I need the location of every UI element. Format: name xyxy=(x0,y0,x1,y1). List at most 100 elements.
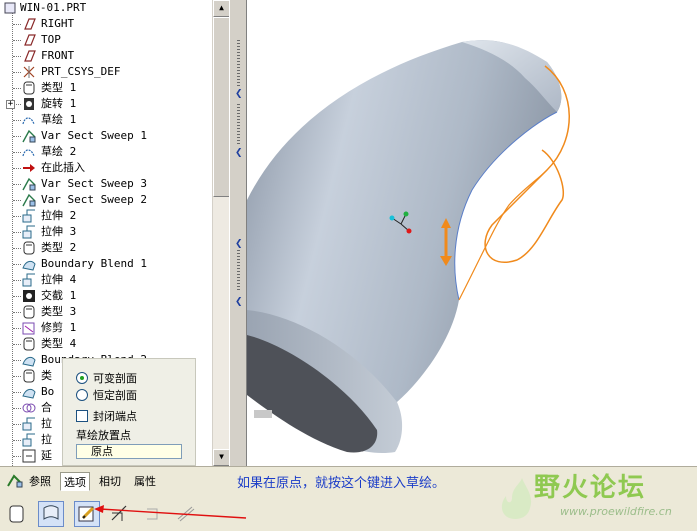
tree-item[interactable]: 类型 3 xyxy=(0,304,212,320)
tree-branch-line xyxy=(13,184,21,185)
close-ends-checkbox[interactable] xyxy=(76,410,88,422)
tree-item[interactable]: Var Sect Sweep 2 xyxy=(0,192,212,208)
watermark-title: 野火论坛 xyxy=(534,473,647,503)
tab-tangency[interactable]: 相切 xyxy=(96,472,124,491)
tree-root-item[interactable]: WIN-01.PRT xyxy=(0,0,212,16)
tab-options[interactable]: 选项 xyxy=(60,472,90,491)
tree-item[interactable]: 草绘 1 xyxy=(0,112,212,128)
forum-watermark: 野火论坛 www.proewildfire.cn xyxy=(480,462,697,531)
tree-item-label: 类 xyxy=(41,369,52,382)
collapse-left-icon[interactable]: ❮ xyxy=(235,148,243,158)
tree-branch-line xyxy=(13,72,21,73)
tree-item-label: 修剪 1 xyxy=(41,321,77,334)
pane-splitter[interactable]: ❮ ❮ ❮ ❮ xyxy=(229,0,247,466)
tree-vertical-scrollbar[interactable]: ▲ ▼ xyxy=(212,0,230,466)
tree-branch-line xyxy=(13,440,21,441)
section-plane-button[interactable] xyxy=(108,501,134,527)
tree-item[interactable]: Boundary Blend 1 xyxy=(0,256,212,272)
sketch-button[interactable] xyxy=(74,501,100,527)
radio-button[interactable] xyxy=(76,389,88,401)
tree-branch-line xyxy=(13,216,21,217)
tree-item[interactable]: TOP xyxy=(0,32,212,48)
tree-item-label: 在此插入 xyxy=(41,161,85,174)
tree-branch-line xyxy=(13,408,21,409)
scroll-up-button[interactable]: ▲ xyxy=(213,0,230,17)
tree-branch-line xyxy=(13,376,21,377)
variable-section-option[interactable]: 可变剖面 xyxy=(76,371,137,387)
quilt-icon xyxy=(43,505,59,520)
tree-item-label: Var Sect Sweep 2 xyxy=(41,193,147,206)
tree-item[interactable]: 类型 4 xyxy=(0,336,212,352)
tree-item-label: Var Sect Sweep 1 xyxy=(41,129,147,142)
tree-branch-line xyxy=(13,344,21,345)
tree-item[interactable]: 拉伸 2 xyxy=(0,208,212,224)
instruction-annotation: 如果在原点，就按这个键进入草绘。 xyxy=(237,476,446,491)
close-ends-option[interactable]: 封闭端点 xyxy=(76,409,137,425)
tree-item-label: 旋转 1 xyxy=(41,97,77,110)
tree-branch-line xyxy=(13,200,21,201)
tree-item[interactable]: 拉伸 3 xyxy=(0,224,212,240)
thicken-button[interactable] xyxy=(174,501,200,527)
sweep-tool-icon xyxy=(6,472,24,490)
datum-plane-icon xyxy=(21,32,37,48)
tree-item-label: RIGHT xyxy=(41,17,75,30)
tree-branch-line xyxy=(13,280,21,281)
sketch-placement-field[interactable]: 原点 xyxy=(76,444,182,459)
tree-branch-line xyxy=(13,424,21,425)
tab-references[interactable]: 参照 xyxy=(26,472,54,491)
tree-branch-line xyxy=(13,264,21,265)
type-feature-icon xyxy=(21,368,37,384)
remove-material-icon xyxy=(147,508,158,520)
tree-item[interactable]: FRONT xyxy=(0,48,212,64)
tree-item[interactable]: + 旋转 1 xyxy=(0,96,212,112)
tree-item-label: 类型 2 xyxy=(41,241,77,254)
tree-item[interactable]: 草绘 2 xyxy=(0,144,212,160)
remove-material-button[interactable] xyxy=(142,501,168,527)
insert-here-arrow-icon xyxy=(21,160,37,176)
tree-branch-line xyxy=(13,328,21,329)
tree-branch-line xyxy=(13,248,21,249)
radio-button-selected[interactable] xyxy=(76,372,88,384)
tree-item[interactable]: PRT_CSYS_DEF xyxy=(0,64,212,80)
scroll-down-button[interactable]: ▼ xyxy=(213,449,230,466)
tree-item[interactable]: 在此插入 xyxy=(0,160,212,176)
sketch-placement-label: 草绘放置点 xyxy=(76,429,131,442)
expand-toggle-icon[interactable]: + xyxy=(6,100,15,109)
variable-section-label: 可变剖面 xyxy=(93,372,137,385)
collapse-left-icon[interactable]: ❮ xyxy=(235,297,243,307)
splitter-grip xyxy=(237,40,240,86)
constant-section-label: 恒定剖面 xyxy=(93,389,137,402)
tree-item[interactable]: Var Sect Sweep 3 xyxy=(0,176,212,192)
revolve-icon xyxy=(21,96,37,112)
collapse-left-icon[interactable]: ❮ xyxy=(235,239,243,249)
sweep-icon xyxy=(21,176,37,192)
tree-item-label: TOP xyxy=(41,33,61,46)
tab-properties[interactable]: 属性 xyxy=(131,472,159,491)
surface-mode-button[interactable] xyxy=(38,501,64,527)
tree-branch-line xyxy=(13,456,21,457)
coordinate-system-icon xyxy=(21,64,37,80)
tree-item[interactable]: 拉伸 4 xyxy=(0,272,212,288)
scroll-thumb[interactable] xyxy=(213,17,230,197)
tree-item-label: Bo xyxy=(41,385,55,398)
sketch-icon xyxy=(21,112,37,128)
tree-item[interactable]: Var Sect Sweep 1 xyxy=(0,128,212,144)
constant-section-option[interactable]: 恒定剖面 xyxy=(76,388,137,404)
extrude-icon xyxy=(21,432,37,448)
type-feature-icon xyxy=(21,336,37,352)
sketch-pencil-icon xyxy=(78,506,95,522)
extrude-icon xyxy=(21,224,37,240)
sweep-icon xyxy=(21,128,37,144)
tree-branch-line xyxy=(13,120,21,121)
tree-item[interactable]: 类型 1 xyxy=(0,80,212,96)
surface-type-button[interactable] xyxy=(4,501,30,527)
part-icon xyxy=(2,0,18,16)
tree-item[interactable]: RIGHT xyxy=(0,16,212,32)
close-ends-label: 封闭端点 xyxy=(93,410,137,423)
tree-item[interactable]: 修剪 1 xyxy=(0,320,212,336)
collapse-left-icon[interactable]: ❮ xyxy=(235,89,243,99)
tree-item[interactable]: 类型 2 xyxy=(0,240,212,256)
graphics-viewport[interactable] xyxy=(247,0,697,466)
surface-icon xyxy=(9,505,24,523)
tree-item[interactable]: 交截 1 xyxy=(0,288,212,304)
